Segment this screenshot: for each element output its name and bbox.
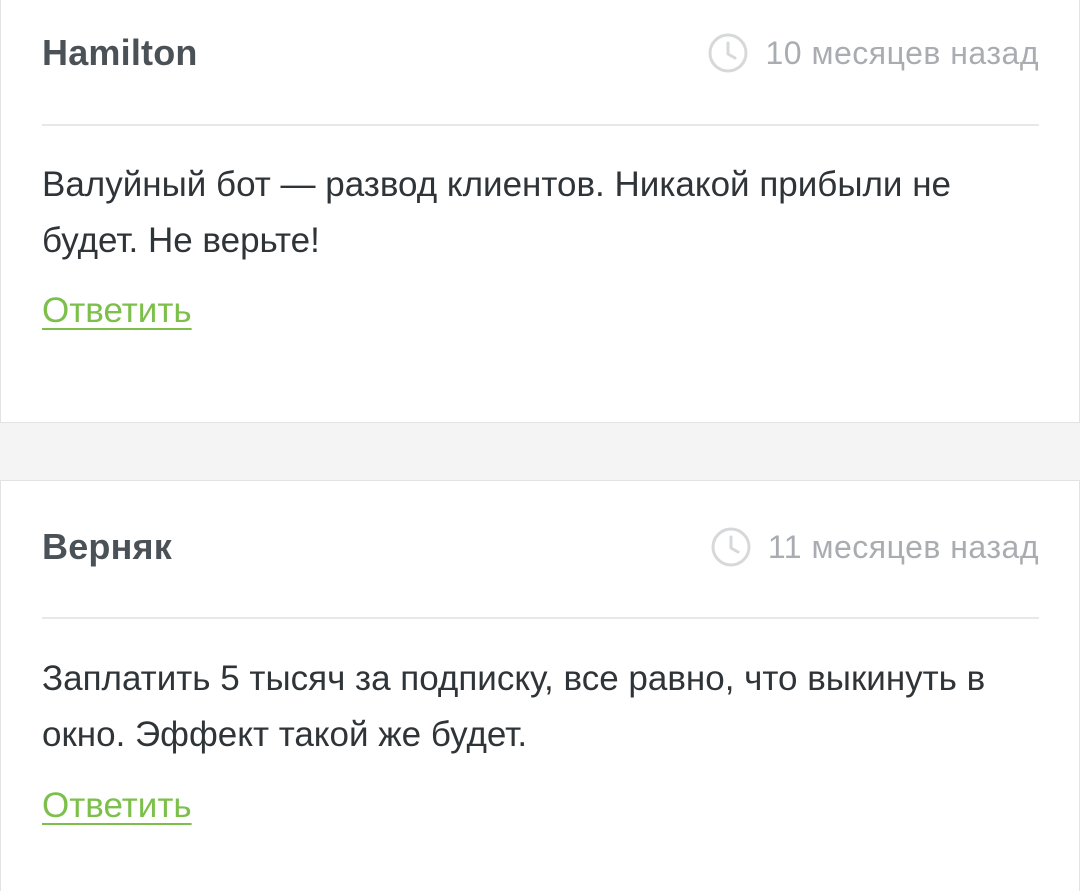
comment-time: 10 месяцев назад xyxy=(707,32,1039,74)
comment-body: Заплатить 5 тысяч за подписку, все равно… xyxy=(42,659,986,754)
reply-link[interactable]: Ответить xyxy=(42,291,192,331)
clock-icon xyxy=(708,33,748,73)
comment-divider xyxy=(42,124,1039,126)
clock-icon xyxy=(711,527,751,567)
comment-divider xyxy=(42,617,1039,619)
comment-author: Верняк xyxy=(42,526,172,567)
comment-body: Валуйный бот — развод клиентов. Никакой … xyxy=(42,165,951,260)
comment-time-text: 10 месяцев назад xyxy=(765,34,1039,71)
comment-card: Hamilton 10 месяцев назад Валуйный бот —… xyxy=(0,0,1080,423)
comment-time-text: 11 месяцев назад xyxy=(767,528,1039,565)
comment-author: Hamilton xyxy=(42,32,198,73)
comment-card: Верняк 11 месяцев назад Заплатить 5 тыся… xyxy=(0,480,1080,891)
comments-page: Hamilton 10 месяцев назад Валуйный бот —… xyxy=(0,0,1080,891)
reply-link[interactable]: Ответить xyxy=(42,786,192,826)
comment-header: Hamilton 10 месяцев назад xyxy=(42,23,1039,83)
comment-header: Верняк 11 месяцев назад xyxy=(42,517,1039,577)
comment-time: 11 месяцев назад xyxy=(710,526,1039,568)
